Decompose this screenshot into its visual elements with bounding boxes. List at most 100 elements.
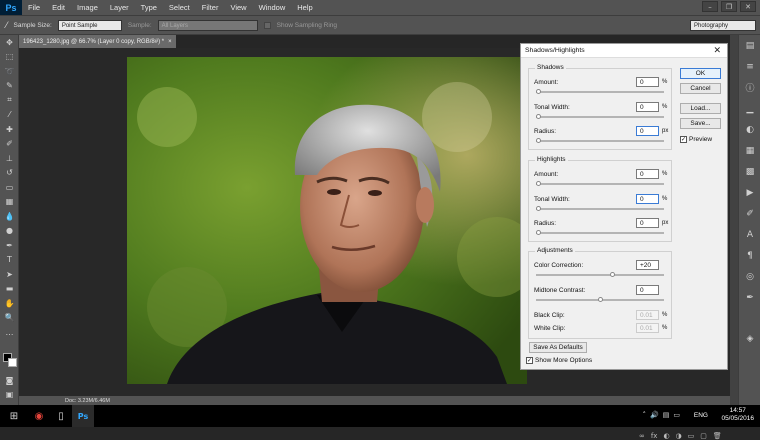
sample-size-select[interactable]: Point Sample bbox=[57, 19, 122, 31]
highlights-radius-slider[interactable] bbox=[536, 232, 664, 234]
ok-button[interactable]: OK bbox=[680, 68, 721, 79]
tray-chevron-icon[interactable]: ˄ bbox=[643, 411, 647, 419]
actions-panel-icon[interactable]: ▶ bbox=[739, 182, 760, 203]
document-tab-close[interactable]: × bbox=[168, 39, 172, 45]
quick-mask-icon[interactable]: ◙ bbox=[0, 373, 19, 388]
highlights-radius-input[interactable]: 0 bbox=[636, 218, 659, 228]
sample-select[interactable]: All Layers bbox=[157, 19, 258, 31]
shadows-radius-slider[interactable] bbox=[536, 140, 664, 142]
language-indicator[interactable]: ENG bbox=[694, 412, 708, 419]
new-layer-icon[interactable]: ▢ bbox=[700, 432, 707, 440]
network-icon[interactable]: ▤ bbox=[663, 411, 670, 419]
screen-mode-icon[interactable]: ▣ bbox=[0, 387, 19, 402]
color-correction-slider[interactable] bbox=[536, 274, 664, 276]
lasso-tool-icon[interactable]: ➰ bbox=[0, 64, 19, 79]
eyedropper-icon[interactable]: ⁄ bbox=[6, 20, 8, 30]
shadows-amount-slider[interactable] bbox=[536, 91, 664, 93]
background-color-swatch[interactable] bbox=[8, 358, 17, 367]
save-button[interactable]: Save... bbox=[680, 118, 721, 129]
highlights-tonal-slider[interactable] bbox=[536, 208, 664, 210]
midtone-contrast-thumb[interactable] bbox=[598, 297, 603, 302]
menu-view[interactable]: View bbox=[224, 3, 252, 12]
highlights-amount-thumb[interactable] bbox=[536, 181, 541, 186]
save-as-defaults-button[interactable]: Save As Defaults bbox=[529, 342, 587, 353]
minimize-icon[interactable]: – bbox=[702, 1, 718, 12]
show-more-options-checkbox[interactable]: ✓ Show More Options bbox=[526, 357, 592, 364]
highlights-radius-thumb[interactable] bbox=[536, 230, 541, 235]
shape-tool-icon[interactable]: ▬ bbox=[0, 282, 19, 297]
black-clip-input[interactable]: 0.01 bbox=[636, 310, 659, 320]
healing-brush-tool-icon[interactable]: ✚ bbox=[0, 122, 19, 137]
swatches-panel-icon[interactable]: ▩ bbox=[739, 161, 760, 182]
midtone-contrast-input[interactable]: 0 bbox=[636, 285, 659, 295]
gradient-tool-icon[interactable]: ▦ bbox=[0, 195, 19, 210]
shadows-radius-input[interactable]: 0 bbox=[636, 126, 659, 136]
color-correction-thumb[interactable] bbox=[610, 272, 616, 277]
clock[interactable]: 14:57 05/05/2016 bbox=[721, 407, 754, 423]
info-panel-icon[interactable]: ⓘ bbox=[739, 77, 760, 98]
document-image[interactable] bbox=[127, 57, 527, 384]
shadows-amount-thumb[interactable] bbox=[536, 89, 541, 94]
channels-panel-icon[interactable]: ◎ bbox=[739, 266, 760, 287]
shadows-radius-thumb[interactable] bbox=[536, 138, 541, 143]
file-manager-icon[interactable]: ▯ bbox=[50, 405, 72, 427]
shadows-amount-input[interactable]: 0 bbox=[636, 77, 659, 87]
load-button[interactable]: Load... bbox=[680, 103, 721, 114]
highlights-tonal-input[interactable]: 0 bbox=[636, 194, 659, 204]
history-brush-tool-icon[interactable]: ↺ bbox=[0, 166, 19, 181]
hand-tool-icon[interactable]: ✋ bbox=[0, 296, 19, 311]
quick-select-tool-icon[interactable]: ✎ bbox=[0, 79, 19, 94]
panel-collapse-strip[interactable] bbox=[730, 35, 738, 405]
volume-icon[interactable]: 🔊 bbox=[650, 411, 659, 419]
paths-panel-icon[interactable]: ✒ bbox=[739, 287, 760, 308]
histogram-panel-icon[interactable]: ▁ bbox=[739, 98, 760, 119]
adjustments-panel-icon[interactable]: ◐ bbox=[739, 119, 760, 140]
highlights-amount-slider[interactable] bbox=[536, 183, 664, 185]
close-icon[interactable]: ✕ bbox=[740, 1, 756, 12]
eraser-tool-icon[interactable]: ▭ bbox=[0, 180, 19, 195]
menu-image[interactable]: Image bbox=[71, 3, 104, 12]
shadows-tonal-input[interactable]: 0 bbox=[636, 102, 659, 112]
trash-icon[interactable]: 🗑 bbox=[713, 432, 722, 440]
windows-start-icon[interactable]: ⊞ bbox=[0, 405, 28, 427]
cancel-button[interactable]: Cancel bbox=[680, 83, 721, 94]
adjustment-layer-icon[interactable]: ◑ bbox=[676, 432, 682, 440]
crop-tool-icon[interactable]: ⌗ bbox=[0, 93, 19, 108]
menu-file[interactable]: File bbox=[22, 3, 46, 12]
menu-window[interactable]: Window bbox=[253, 3, 292, 12]
menu-filter[interactable]: Filter bbox=[196, 3, 225, 12]
eyedropper-tool-icon[interactable]: ⁄ bbox=[0, 108, 19, 123]
highlights-tonal-thumb[interactable] bbox=[536, 206, 541, 211]
clone-stamp-tool-icon[interactable]: ⊥ bbox=[0, 151, 19, 166]
menu-edit[interactable]: Edit bbox=[46, 3, 71, 12]
preview-checkbox[interactable]: ✓ Preview bbox=[680, 136, 712, 143]
fx-icon[interactable]: fx bbox=[651, 432, 658, 440]
menu-layer[interactable]: Layer bbox=[104, 3, 135, 12]
color-correction-input[interactable]: +20 bbox=[636, 260, 659, 270]
layers-panel-icon[interactable]: ◈ bbox=[739, 328, 760, 349]
extras-icon[interactable]: … bbox=[0, 325, 19, 340]
path-select-tool-icon[interactable]: ➤ bbox=[0, 267, 19, 282]
blur-tool-icon[interactable]: 💧 bbox=[0, 209, 19, 224]
brushes-panel-icon[interactable]: ✐ bbox=[739, 203, 760, 224]
highlights-amount-input[interactable]: 0 bbox=[636, 169, 659, 179]
paragraph-panel-icon[interactable]: ¶ bbox=[739, 245, 760, 266]
menu-help[interactable]: Help bbox=[291, 3, 318, 12]
photoshop-taskbar-icon[interactable]: Ps bbox=[72, 405, 94, 427]
sampling-ring-checkbox[interactable] bbox=[263, 21, 271, 29]
new-group-icon[interactable]: ▭ bbox=[688, 432, 695, 440]
mask-icon[interactable]: ◐ bbox=[663, 432, 669, 440]
menu-select[interactable]: Select bbox=[163, 3, 196, 12]
character-panel-icon[interactable]: A bbox=[739, 224, 760, 245]
link-layers-icon[interactable]: ∞ bbox=[639, 432, 645, 440]
properties-panel-icon[interactable]: ≡ bbox=[739, 56, 760, 77]
shadows-tonal-thumb[interactable] bbox=[536, 114, 541, 119]
more-options-check-icon[interactable]: ✓ bbox=[526, 357, 533, 364]
document-tab[interactable]: 196423_1280.jpg @ 66.7% (Layer 0 copy, R… bbox=[19, 35, 176, 48]
dialog-titlebar[interactable]: Shadows/Highlights bbox=[521, 44, 727, 58]
marquee-tool-icon[interactable]: ⬚ bbox=[0, 50, 19, 65]
pen-tool-icon[interactable]: ✒ bbox=[0, 238, 19, 253]
menu-type[interactable]: Type bbox=[135, 3, 163, 12]
chrome-icon[interactable]: ◉ bbox=[28, 405, 50, 427]
shadows-tonal-slider[interactable] bbox=[536, 116, 664, 118]
